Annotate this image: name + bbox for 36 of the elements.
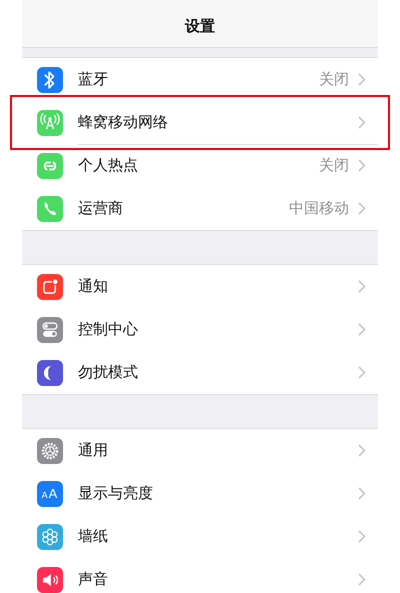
row-value: 中国移动	[289, 199, 349, 218]
chevron-icon	[358, 486, 366, 500]
toggles-icon	[37, 316, 63, 342]
row-label[interactable]: 声音	[78, 570, 108, 589]
chevron-icon	[358, 366, 366, 379]
row-label[interactable]: 控制中心	[78, 320, 138, 338]
screen-title: 设置	[185, 17, 215, 36]
gear-icon	[37, 438, 63, 464]
chevron-icon	[358, 72, 366, 86]
notification-icon	[37, 274, 63, 300]
phone-icon	[37, 196, 63, 222]
row-label[interactable]: 运营商	[78, 199, 123, 218]
row-label[interactable]: 个人热点	[78, 156, 138, 174]
chevron-icon	[358, 158, 366, 172]
text-size-icon: AA	[37, 480, 63, 506]
chevron-icon	[358, 202, 366, 215]
row-label[interactable]: 通用	[78, 440, 108, 460]
flower-icon	[37, 524, 63, 550]
row-label[interactable]: 蓝牙	[78, 70, 108, 88]
row-label[interactable]: 勿扰模式	[78, 363, 138, 382]
link-icon	[37, 152, 63, 178]
antenna-icon	[37, 110, 63, 136]
chevron-icon	[358, 280, 366, 292]
chevron-icon	[358, 116, 366, 128]
chevron-icon	[358, 573, 366, 586]
bluetooth-icon	[37, 66, 63, 92]
chevron-icon	[358, 322, 366, 336]
row-value: 关闭	[319, 70, 349, 88]
row-label[interactable]: 显示与亮度	[78, 484, 153, 502]
moon-icon	[37, 360, 63, 386]
row-label[interactable]: 墙纸	[78, 526, 108, 546]
chevron-icon	[358, 444, 366, 456]
row-label[interactable]: 通知	[78, 276, 108, 296]
row-label[interactable]: 蜂窝移动网络	[78, 112, 168, 132]
row-value: 关闭	[319, 156, 349, 174]
chevron-icon	[358, 530, 366, 542]
